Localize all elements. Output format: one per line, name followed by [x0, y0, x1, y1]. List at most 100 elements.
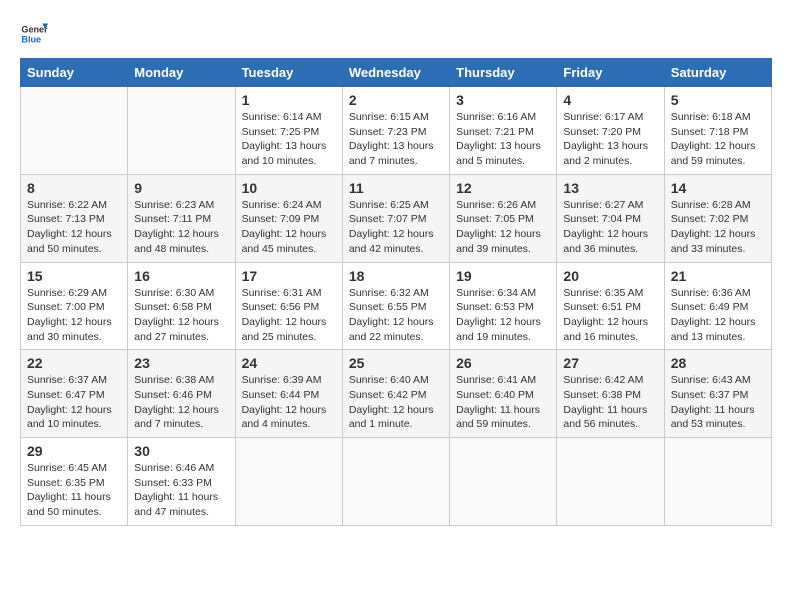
calendar-cell: 2 Sunrise: 6:15 AMSunset: 7:23 PMDayligh… [342, 87, 449, 175]
calendar-cell: 28 Sunrise: 6:43 AMSunset: 6:37 PMDaylig… [664, 350, 771, 438]
page-header: General Blue [20, 20, 772, 48]
day-info: Sunrise: 6:24 AMSunset: 7:09 PMDaylight:… [242, 199, 327, 255]
calendar-cell: 10 Sunrise: 6:24 AMSunset: 7:09 PMDaylig… [235, 174, 342, 262]
day-info: Sunrise: 6:40 AMSunset: 6:42 PMDaylight:… [349, 374, 434, 430]
day-number: 13 [563, 180, 657, 196]
calendar-cell: 18 Sunrise: 6:32 AMSunset: 6:55 PMDaylig… [342, 262, 449, 350]
day-header-monday: Monday [128, 59, 235, 87]
day-number: 10 [242, 180, 336, 196]
calendar-cell: 12 Sunrise: 6:26 AMSunset: 7:05 PMDaylig… [450, 174, 557, 262]
day-info: Sunrise: 6:34 AMSunset: 6:53 PMDaylight:… [456, 287, 541, 343]
day-header-saturday: Saturday [664, 59, 771, 87]
calendar-week-row: 1 Sunrise: 6:14 AMSunset: 7:25 PMDayligh… [21, 87, 772, 175]
day-header-thursday: Thursday [450, 59, 557, 87]
day-number: 2 [349, 92, 443, 108]
day-number: 8 [27, 180, 121, 196]
day-number: 14 [671, 180, 765, 196]
day-number: 18 [349, 268, 443, 284]
calendar-cell: 3 Sunrise: 6:16 AMSunset: 7:21 PMDayligh… [450, 87, 557, 175]
calendar-header-row: SundayMondayTuesdayWednesdayThursdayFrid… [21, 59, 772, 87]
day-number: 11 [349, 180, 443, 196]
day-number: 25 [349, 355, 443, 371]
calendar-cell: 26 Sunrise: 6:41 AMSunset: 6:40 PMDaylig… [450, 350, 557, 438]
calendar-cell [21, 87, 128, 175]
calendar-cell [342, 438, 449, 526]
day-number: 19 [456, 268, 550, 284]
day-info: Sunrise: 6:16 AMSunset: 7:21 PMDaylight:… [456, 111, 541, 167]
day-info: Sunrise: 6:17 AMSunset: 7:20 PMDaylight:… [563, 111, 648, 167]
calendar-cell: 22 Sunrise: 6:37 AMSunset: 6:47 PMDaylig… [21, 350, 128, 438]
calendar-cell: 5 Sunrise: 6:18 AMSunset: 7:18 PMDayligh… [664, 87, 771, 175]
day-info: Sunrise: 6:28 AMSunset: 7:02 PMDaylight:… [671, 199, 756, 255]
calendar-week-row: 8 Sunrise: 6:22 AMSunset: 7:13 PMDayligh… [21, 174, 772, 262]
day-number: 24 [242, 355, 336, 371]
calendar-cell [450, 438, 557, 526]
calendar-cell: 13 Sunrise: 6:27 AMSunset: 7:04 PMDaylig… [557, 174, 664, 262]
calendar-cell: 17 Sunrise: 6:31 AMSunset: 6:56 PMDaylig… [235, 262, 342, 350]
day-info: Sunrise: 6:26 AMSunset: 7:05 PMDaylight:… [456, 199, 541, 255]
logo-icon: General Blue [20, 20, 48, 48]
calendar-week-row: 29 Sunrise: 6:45 AMSunset: 6:35 PMDaylig… [21, 438, 772, 526]
day-info: Sunrise: 6:18 AMSunset: 7:18 PMDaylight:… [671, 111, 756, 167]
day-info: Sunrise: 6:29 AMSunset: 7:00 PMDaylight:… [27, 287, 112, 343]
day-info: Sunrise: 6:15 AMSunset: 7:23 PMDaylight:… [349, 111, 434, 167]
day-info: Sunrise: 6:38 AMSunset: 6:46 PMDaylight:… [134, 374, 219, 430]
calendar-cell [235, 438, 342, 526]
calendar-cell: 20 Sunrise: 6:35 AMSunset: 6:51 PMDaylig… [557, 262, 664, 350]
day-info: Sunrise: 6:14 AMSunset: 7:25 PMDaylight:… [242, 111, 327, 167]
day-number: 15 [27, 268, 121, 284]
day-number: 17 [242, 268, 336, 284]
day-number: 28 [671, 355, 765, 371]
day-number: 23 [134, 355, 228, 371]
day-info: Sunrise: 6:42 AMSunset: 6:38 PMDaylight:… [563, 374, 647, 430]
calendar-cell: 14 Sunrise: 6:28 AMSunset: 7:02 PMDaylig… [664, 174, 771, 262]
logo: General Blue [20, 20, 48, 48]
day-number: 16 [134, 268, 228, 284]
day-number: 4 [563, 92, 657, 108]
calendar-cell: 4 Sunrise: 6:17 AMSunset: 7:20 PMDayligh… [557, 87, 664, 175]
day-info: Sunrise: 6:30 AMSunset: 6:58 PMDaylight:… [134, 287, 219, 343]
day-info: Sunrise: 6:39 AMSunset: 6:44 PMDaylight:… [242, 374, 327, 430]
day-number: 1 [242, 92, 336, 108]
day-number: 12 [456, 180, 550, 196]
day-info: Sunrise: 6:31 AMSunset: 6:56 PMDaylight:… [242, 287, 327, 343]
calendar-cell: 30 Sunrise: 6:46 AMSunset: 6:33 PMDaylig… [128, 438, 235, 526]
calendar-cell: 24 Sunrise: 6:39 AMSunset: 6:44 PMDaylig… [235, 350, 342, 438]
day-info: Sunrise: 6:43 AMSunset: 6:37 PMDaylight:… [671, 374, 755, 430]
day-number: 26 [456, 355, 550, 371]
calendar-cell: 16 Sunrise: 6:30 AMSunset: 6:58 PMDaylig… [128, 262, 235, 350]
calendar-cell: 29 Sunrise: 6:45 AMSunset: 6:35 PMDaylig… [21, 438, 128, 526]
calendar-cell [664, 438, 771, 526]
calendar-cell: 21 Sunrise: 6:36 AMSunset: 6:49 PMDaylig… [664, 262, 771, 350]
day-number: 20 [563, 268, 657, 284]
day-info: Sunrise: 6:27 AMSunset: 7:04 PMDaylight:… [563, 199, 648, 255]
day-number: 21 [671, 268, 765, 284]
day-header-tuesday: Tuesday [235, 59, 342, 87]
calendar-cell: 11 Sunrise: 6:25 AMSunset: 7:07 PMDaylig… [342, 174, 449, 262]
day-header-sunday: Sunday [21, 59, 128, 87]
day-number: 3 [456, 92, 550, 108]
day-info: Sunrise: 6:46 AMSunset: 6:33 PMDaylight:… [134, 462, 218, 518]
day-info: Sunrise: 6:41 AMSunset: 6:40 PMDaylight:… [456, 374, 540, 430]
calendar-cell: 9 Sunrise: 6:23 AMSunset: 7:11 PMDayligh… [128, 174, 235, 262]
day-info: Sunrise: 6:37 AMSunset: 6:47 PMDaylight:… [27, 374, 112, 430]
calendar-cell [557, 438, 664, 526]
calendar-table: SundayMondayTuesdayWednesdayThursdayFrid… [20, 58, 772, 526]
day-info: Sunrise: 6:35 AMSunset: 6:51 PMDaylight:… [563, 287, 648, 343]
calendar-cell: 23 Sunrise: 6:38 AMSunset: 6:46 PMDaylig… [128, 350, 235, 438]
day-number: 9 [134, 180, 228, 196]
calendar-week-row: 22 Sunrise: 6:37 AMSunset: 6:47 PMDaylig… [21, 350, 772, 438]
day-info: Sunrise: 6:36 AMSunset: 6:49 PMDaylight:… [671, 287, 756, 343]
calendar-cell: 15 Sunrise: 6:29 AMSunset: 7:00 PMDaylig… [21, 262, 128, 350]
day-info: Sunrise: 6:32 AMSunset: 6:55 PMDaylight:… [349, 287, 434, 343]
day-number: 5 [671, 92, 765, 108]
calendar-cell [128, 87, 235, 175]
calendar-cell: 19 Sunrise: 6:34 AMSunset: 6:53 PMDaylig… [450, 262, 557, 350]
calendar-week-row: 15 Sunrise: 6:29 AMSunset: 7:00 PMDaylig… [21, 262, 772, 350]
calendar-cell: 25 Sunrise: 6:40 AMSunset: 6:42 PMDaylig… [342, 350, 449, 438]
svg-text:Blue: Blue [21, 34, 41, 44]
day-header-wednesday: Wednesday [342, 59, 449, 87]
calendar-cell: 27 Sunrise: 6:42 AMSunset: 6:38 PMDaylig… [557, 350, 664, 438]
day-info: Sunrise: 6:45 AMSunset: 6:35 PMDaylight:… [27, 462, 111, 518]
day-info: Sunrise: 6:25 AMSunset: 7:07 PMDaylight:… [349, 199, 434, 255]
